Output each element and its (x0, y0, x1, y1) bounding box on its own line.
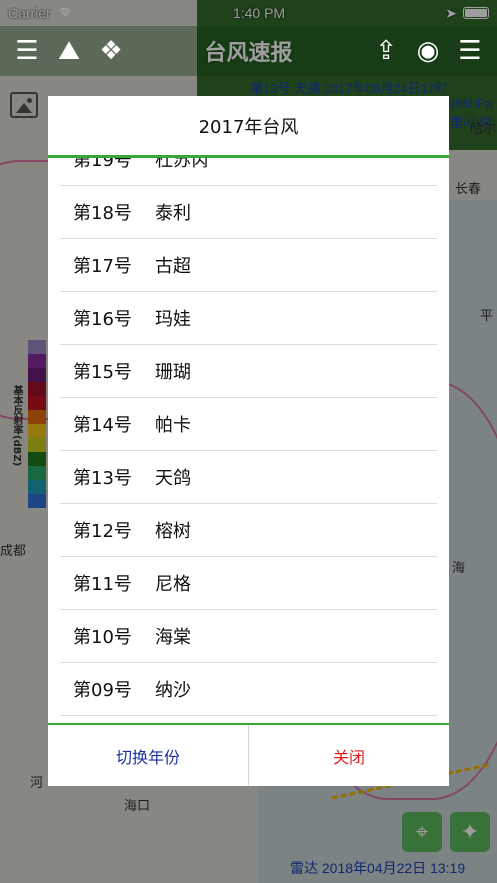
typhoon-list-item[interactable]: 第14号 帕卡 (60, 398, 437, 451)
typhoon-number: 第19号 (73, 158, 132, 171)
typhoon-name: 纳沙 (155, 680, 191, 701)
switch-year-button[interactable]: 切换年份 (48, 725, 249, 786)
dialog-title: 2017年台风 (48, 96, 449, 158)
typhoon-name: 珊瑚 (155, 362, 191, 383)
typhoon-name: 古超 (155, 256, 191, 277)
typhoon-name: 天鸽 (155, 468, 191, 489)
typhoon-list-item[interactable]: 第12号 榕树 (60, 504, 437, 557)
map-region-icon[interactable]: ⛰ (52, 34, 86, 68)
typhoon-name: 海棠 (155, 627, 191, 648)
typhoon-number: 第12号 (73, 521, 132, 542)
typhoon-number: 第09号 (73, 680, 132, 701)
typhoon-list-item[interactable]: 第18号 泰利 (60, 186, 437, 239)
typhoon-list-item[interactable]: 第10号 海棠 (60, 610, 437, 663)
typhoon-number: 第11号 (73, 574, 132, 595)
typhoon-name: 杜苏芮 (155, 158, 209, 171)
typhoon-name: 帕卡 (155, 415, 191, 436)
typhoon-name: 泰利 (155, 203, 191, 224)
typhoon-icon[interactable]: ◉ (411, 34, 445, 68)
typhoon-number: 第17号 (73, 256, 132, 277)
share-icon[interactable]: ⇪ (369, 34, 403, 68)
close-button[interactable]: 关闭 (249, 725, 449, 786)
typhoon-list-item[interactable]: 第17号 古超 (60, 239, 437, 292)
typhoon-number: 第15号 (73, 362, 132, 383)
typhoon-list-item[interactable]: 第11号 尼格 (60, 557, 437, 610)
typhoon-number: 第10号 (73, 627, 132, 648)
typhoon-list-item[interactable]: 第16号 玛娃 (60, 292, 437, 345)
typhoon-number: 第14号 (73, 415, 132, 436)
typhoon-list-item[interactable]: 第19号 杜苏芮 (60, 158, 437, 186)
menu-list-icon[interactable]: ☰ (10, 34, 44, 68)
typhoon-year-dialog: 2017年台风 第19号 杜苏芮 第18号 泰利 第17号 古超 第16号 玛娃 第15号 珊瑚第… (48, 96, 449, 786)
china-map-icon[interactable]: ❖ (94, 34, 128, 68)
typhoon-list-item[interactable]: 第15号 珊瑚 (60, 345, 437, 398)
typhoon-number: 第18号 (73, 203, 132, 224)
typhoon-name: 榕树 (155, 521, 191, 542)
dialog-footer: 切换年份 关闭 (48, 725, 449, 786)
more-list-icon[interactable]: ☰ (453, 34, 487, 68)
typhoon-number: 第16号 (73, 309, 132, 330)
typhoon-number: 第13号 (73, 468, 132, 489)
typhoon-list-item[interactable]: 第13号 天鸽 (60, 451, 437, 504)
typhoon-name: 尼格 (155, 574, 191, 595)
typhoon-list[interactable]: 第19号 杜苏芮第18号 泰利第17号 古超第16号 玛娃第15号 珊瑚第14号 帕卡第13… (48, 158, 449, 725)
typhoon-name: 玛娃 (155, 309, 191, 330)
typhoon-list-item[interactable]: 第09号 纳沙 (60, 663, 437, 716)
